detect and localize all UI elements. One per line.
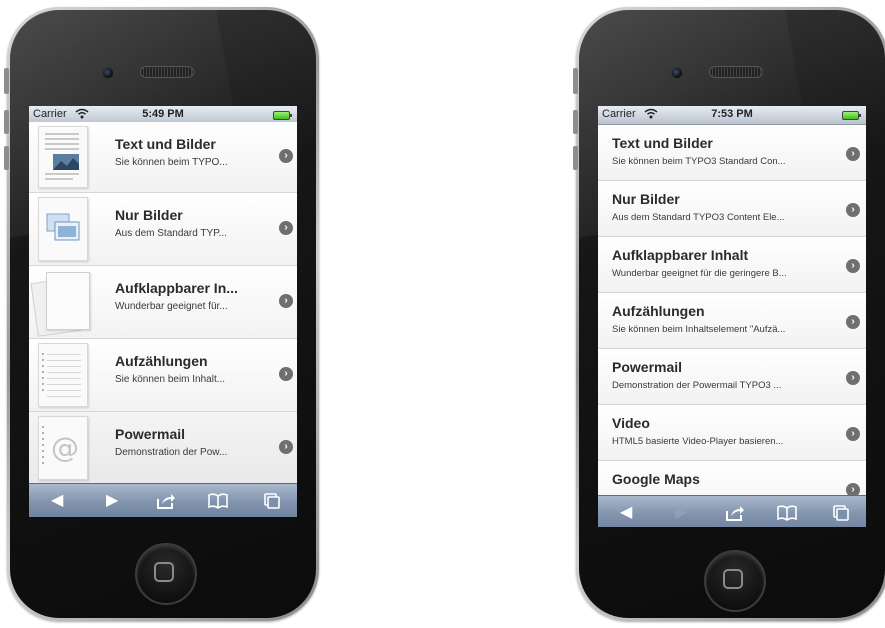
item-title: Aufklappbarer In... (115, 280, 238, 296)
home-button[interactable] (704, 550, 766, 612)
phone-left-body: Carrier 5:49 PM Text und Bilder Sie könn… (10, 10, 316, 618)
list-item[interactable]: @ Powermail Demonstration der Pow... › (29, 412, 297, 485)
chevron-right-icon: › (279, 149, 293, 163)
phone-left: Carrier 5:49 PM Text und Bilder Sie könn… (7, 7, 319, 621)
list-item[interactable]: Text und Bilder Sie können beim TYPO3 St… (598, 125, 866, 181)
forward-button[interactable]: ▶ (106, 492, 118, 510)
volume-button (573, 146, 578, 170)
browser-toolbar: ◀ ▶ (29, 483, 297, 517)
screen-right: Carrier 7:53 PM Text und Bilder Sie könn… (598, 106, 866, 527)
screen-left: Carrier 5:49 PM Text und Bilder Sie könn… (29, 106, 297, 517)
item-subtitle: HTML5 basierte Video-Player basieren... (612, 436, 784, 447)
chevron-right-icon: › (279, 221, 293, 235)
item-subtitle: Sie können beim TYPO... (115, 157, 228, 168)
volume-button (4, 68, 9, 94)
share-icon[interactable] (156, 492, 176, 515)
item-title: Video (612, 415, 650, 431)
item-title: Text und Bilder (115, 136, 216, 152)
volume-button (4, 110, 9, 134)
pages-icon[interactable] (832, 504, 850, 527)
list-item[interactable]: Nur Bilder Aus dem Standard TYP... › (29, 193, 297, 266)
item-title: Text und Bilder (612, 135, 713, 151)
content-list: Text und Bilder Sie können beim TYPO3 St… (598, 125, 866, 495)
images-thumb (38, 197, 88, 261)
item-title: Aufzählungen (115, 353, 208, 369)
item-subtitle: Aus dem Standard TYPO3 Content Ele... (612, 212, 785, 223)
volume-button (573, 68, 578, 94)
item-subtitle: Aus dem Standard TYP... (115, 228, 227, 239)
item-title: Aufzählungen (612, 303, 705, 319)
chevron-right-icon: › (846, 483, 860, 495)
status-time: 7:53 PM (711, 108, 753, 120)
at-sign-thumb: @ (38, 416, 88, 480)
list-item[interactable]: Aufzählungen Sie können beim Inhalt... › (29, 339, 297, 412)
chevron-right-icon: › (846, 315, 860, 329)
list-item[interactable]: Video HTML5 basierte Video-Player basier… (598, 405, 866, 461)
back-button[interactable]: ◀ (51, 492, 63, 510)
chevron-right-icon: › (279, 294, 293, 308)
chevron-right-icon: › (846, 427, 860, 441)
item-subtitle: Wunderbar geeignet für... (115, 301, 228, 312)
earpiece-speaker-icon (709, 66, 763, 78)
item-subtitle: Sie können beim TYPO3 Standard Con... (612, 156, 786, 167)
volume-button (4, 146, 9, 170)
chevron-right-icon: › (846, 203, 860, 217)
item-title: Powermail (612, 359, 683, 375)
home-square-icon (723, 569, 743, 589)
front-camera-icon (671, 67, 683, 79)
list-item[interactable]: Aufklappbarer In... Wunderbar geeignet f… (29, 266, 297, 339)
book-icon[interactable] (207, 492, 229, 515)
item-title: Nur Bilder (115, 207, 183, 223)
item-title: Powermail (115, 426, 186, 442)
forward-button[interactable]: ▶ (675, 504, 687, 522)
back-button[interactable]: ◀ (620, 504, 632, 522)
earpiece-speaker-icon (140, 66, 194, 78)
front-camera-icon (102, 67, 114, 79)
volume-button (573, 110, 578, 134)
item-title: Google Maps (612, 471, 700, 487)
svg-text:@: @ (51, 431, 79, 464)
browser-toolbar: ◀ ▶ (598, 495, 866, 527)
text-image-thumb (38, 126, 88, 188)
battery-icon (842, 111, 861, 120)
item-title: Nur Bilder (612, 191, 680, 207)
list-item[interactable]: Google Maps › (598, 461, 866, 495)
pages-icon[interactable] (263, 492, 281, 515)
list-item[interactable]: Text und Bilder Sie können beim TYPO... … (29, 122, 297, 193)
book-icon[interactable] (776, 504, 798, 527)
chevron-right-icon: › (846, 259, 860, 273)
share-icon[interactable] (725, 504, 745, 527)
chevron-right-icon: › (279, 440, 293, 454)
status-bar: Carrier 7:53 PM (598, 106, 866, 125)
chevron-right-icon: › (846, 371, 860, 385)
item-subtitle: Demonstration der Powermail TYPO3 ... (612, 380, 782, 391)
list-item[interactable]: Powermail Demonstration der Powermail TY… (598, 349, 866, 405)
list-item[interactable]: Nur Bilder Aus dem Standard TYPO3 Conten… (598, 181, 866, 237)
home-square-icon (154, 562, 174, 582)
phone-right: Carrier 7:53 PM Text und Bilder Sie könn… (576, 7, 885, 621)
item-subtitle: Wunderbar geeignet für die geringere B..… (612, 268, 787, 279)
list-item[interactable]: Aufklappbarer Inhalt Wunderbar geeignet … (598, 237, 866, 293)
home-button[interactable] (135, 543, 197, 605)
list-page-thumb (38, 343, 88, 407)
paper-stack-thumb (30, 270, 92, 337)
chevron-right-icon: › (846, 147, 860, 161)
item-title: Aufklappbarer Inhalt (612, 247, 749, 263)
list-item[interactable]: Aufzählungen Sie können beim Inhaltselem… (598, 293, 866, 349)
chevron-right-icon: › (279, 367, 293, 381)
item-subtitle: Demonstration der Pow... (115, 447, 228, 458)
item-subtitle: Sie können beim Inhalt... (115, 374, 226, 385)
battery-icon (273, 111, 292, 120)
phone-right-body: Carrier 7:53 PM Text und Bilder Sie könn… (579, 10, 885, 618)
status-time: 5:49 PM (142, 108, 184, 120)
content-list: Text und Bilder Sie können beim TYPO... … (29, 122, 297, 485)
item-subtitle: Sie können beim Inhaltselement "Aufzä... (612, 324, 786, 335)
